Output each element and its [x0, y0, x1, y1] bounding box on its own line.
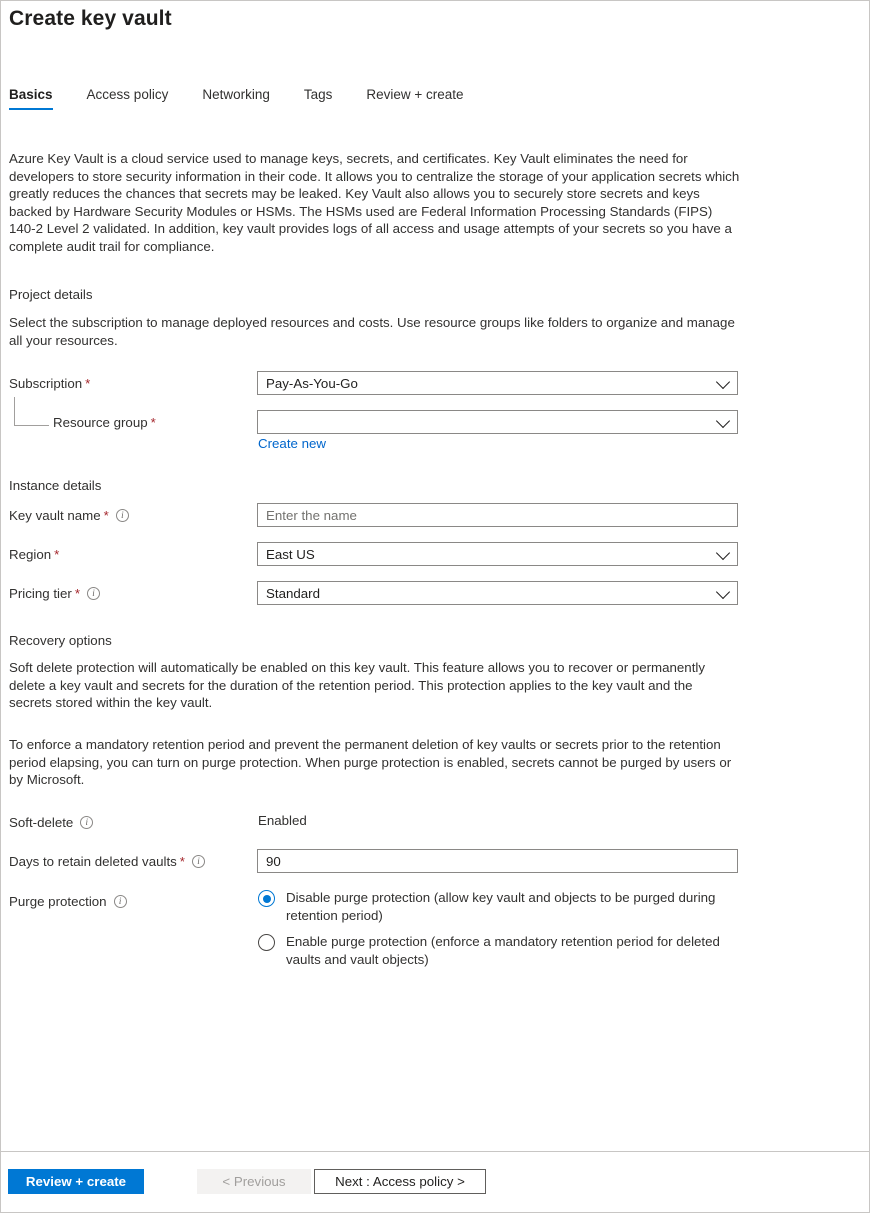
pricing-tier-label: Pricing tier * i — [9, 586, 100, 601]
purge-protection-option-disable-label: Disable purge protection (allow key vaul… — [286, 889, 736, 924]
key-vault-description: Azure Key Vault is a cloud service used … — [9, 150, 741, 255]
days-to-retain-label-text: Days to retain deleted vaults — [9, 854, 177, 869]
tab-basics[interactable]: Basics — [9, 87, 70, 110]
info-icon[interactable]: i — [80, 816, 93, 829]
resource-group-dropdown[interactable] — [257, 410, 738, 434]
radio-unselected-icon[interactable] — [258, 934, 275, 951]
tab-tags[interactable]: Tags — [304, 87, 350, 110]
tab-review-create[interactable]: Review + create — [366, 87, 480, 110]
recovery-options-paragraph-1: Soft delete protection will automaticall… — [9, 659, 735, 712]
recovery-options-paragraph-2: To enforce a mandatory retention period … — [9, 736, 735, 789]
days-to-retain-label: Days to retain deleted vaults * i — [9, 854, 205, 869]
pricing-tier-dropdown[interactable]: Standard — [257, 581, 738, 605]
days-to-retain-value: 90 — [266, 854, 281, 869]
project-details-heading: Project details — [9, 287, 93, 302]
purge-protection-label-text: Purge protection — [9, 894, 107, 909]
radio-selected-icon[interactable] — [258, 890, 275, 907]
info-icon[interactable]: i — [192, 855, 205, 868]
info-icon[interactable]: i — [116, 509, 129, 522]
page-title: Create key vault — [9, 7, 172, 31]
project-details-description: Select the subscription to manage deploy… — [9, 314, 735, 349]
wizard-tabs: Basics Access policy Networking Tags Rev… — [9, 87, 481, 110]
resource-group-label-text: Resource group — [53, 415, 148, 430]
previous-button: < Previous — [197, 1169, 311, 1194]
recovery-options-heading: Recovery options — [9, 633, 112, 648]
region-value: East US — [266, 547, 315, 562]
purge-protection-option-disable[interactable]: Disable purge protection (allow key vaul… — [258, 889, 736, 924]
info-icon[interactable]: i — [114, 895, 127, 908]
region-required-asterisk: * — [54, 547, 59, 562]
next-access-policy-button[interactable]: Next : Access policy > — [314, 1169, 486, 1194]
subscription-value: Pay-As-You-Go — [266, 376, 358, 391]
region-label: Region * — [9, 547, 59, 562]
subscription-dropdown[interactable]: Pay-As-You-Go — [257, 371, 738, 395]
days-to-retain-input[interactable]: 90 — [257, 849, 738, 873]
chevron-down-icon — [716, 414, 730, 428]
purge-protection-option-enable-label: Enable purge protection (enforce a manda… — [286, 933, 736, 968]
days-to-retain-required-asterisk: * — [180, 854, 185, 869]
chevron-down-icon — [716, 546, 730, 560]
subscription-label: Subscription * — [9, 376, 90, 391]
key-vault-name-required-asterisk: * — [104, 508, 109, 523]
resource-group-required-asterisk: * — [151, 415, 156, 430]
subscription-label-text: Subscription — [9, 376, 82, 391]
region-dropdown[interactable]: East US — [257, 542, 738, 566]
key-vault-name-input[interactable]: Enter the name — [257, 503, 738, 527]
create-key-vault-page: Create key vault Basics Access policy Ne… — [0, 0, 870, 1213]
purge-protection-radio-group: Disable purge protection (allow key vaul… — [258, 889, 736, 977]
purge-protection-option-enable[interactable]: Enable purge protection (enforce a manda… — [258, 933, 736, 968]
create-new-resource-group-link[interactable]: Create new — [258, 436, 326, 451]
chevron-down-icon — [716, 585, 730, 599]
soft-delete-label-text: Soft-delete — [9, 815, 73, 830]
region-label-text: Region — [9, 547, 51, 562]
resource-group-tree-connector — [14, 397, 49, 426]
instance-details-heading: Instance details — [9, 478, 101, 493]
pricing-tier-label-text: Pricing tier — [9, 586, 72, 601]
info-icon[interactable]: i — [87, 587, 100, 600]
key-vault-name-label: Key vault name * i — [9, 508, 129, 523]
soft-delete-label: Soft-delete i — [9, 815, 93, 830]
pricing-tier-required-asterisk: * — [75, 586, 80, 601]
chevron-down-icon — [716, 375, 730, 389]
purge-protection-label: Purge protection i — [9, 894, 127, 909]
wizard-footer: Review + create < Previous Next : Access… — [1, 1151, 869, 1212]
subscription-required-asterisk: * — [85, 376, 90, 391]
key-vault-name-placeholder: Enter the name — [266, 508, 357, 523]
page-content: Create key vault Basics Access policy Ne… — [1, 1, 869, 1151]
key-vault-name-label-text: Key vault name — [9, 508, 101, 523]
resource-group-label: Resource group * — [53, 415, 156, 430]
soft-delete-value: Enabled — [258, 813, 307, 828]
tab-access-policy[interactable]: Access policy — [87, 87, 186, 110]
pricing-tier-value: Standard — [266, 586, 320, 601]
tab-networking[interactable]: Networking — [202, 87, 287, 110]
review-create-button[interactable]: Review + create — [8, 1169, 144, 1194]
